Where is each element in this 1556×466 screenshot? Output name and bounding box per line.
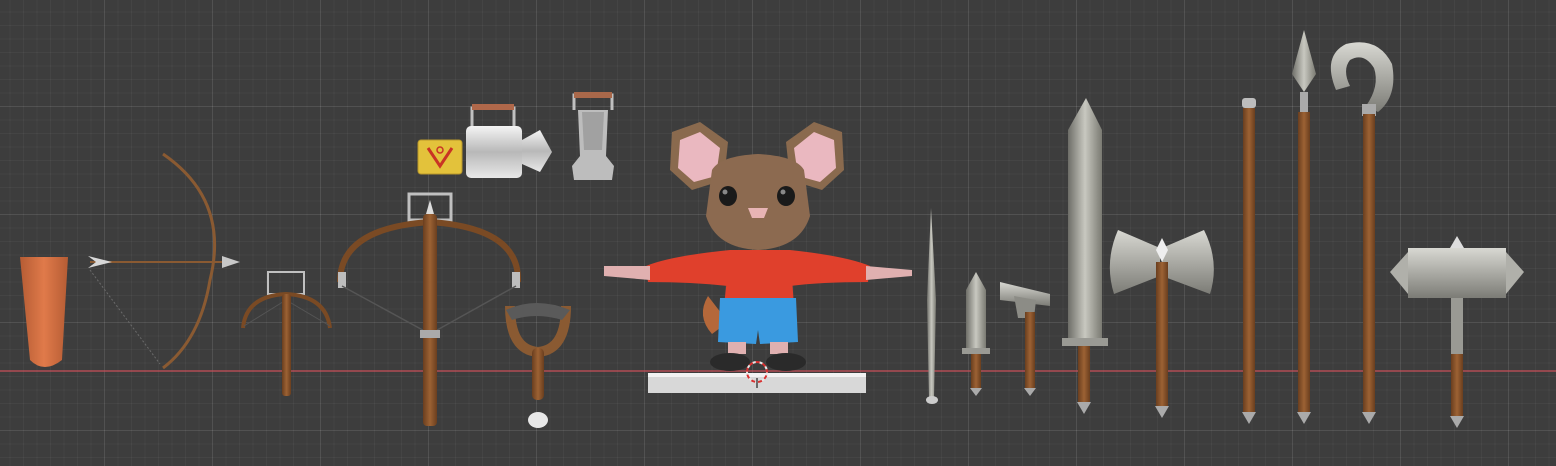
glitter-canister-icon[interactable]	[572, 92, 614, 180]
spray-canister-icon[interactable]	[466, 104, 552, 178]
bow-and-arrow-icon[interactable]	[88, 152, 240, 370]
dagger-icon[interactable]	[962, 272, 990, 396]
small-crossbow-icon[interactable]	[241, 271, 332, 396]
crook-staff-icon[interactable]	[1330, 42, 1394, 424]
sword-icon[interactable]	[1062, 98, 1108, 414]
hammer-icon[interactable]	[1000, 282, 1050, 396]
mouse-character-icon[interactable]	[604, 122, 912, 393]
large-crossbow-icon[interactable]	[337, 192, 522, 426]
spear-icon[interactable]	[1292, 30, 1316, 424]
3d-viewport[interactable]	[0, 0, 1556, 466]
needle-icon[interactable]	[926, 208, 938, 404]
clay-cup-icon[interactable]	[20, 257, 68, 367]
slingshot-icon[interactable]	[505, 303, 571, 428]
warning-sign-icon[interactable]	[417, 139, 463, 175]
battle-axe-icon[interactable]	[1109, 230, 1214, 418]
war-hammer-icon[interactable]	[1390, 236, 1524, 428]
staff-icon[interactable]	[1242, 98, 1256, 424]
